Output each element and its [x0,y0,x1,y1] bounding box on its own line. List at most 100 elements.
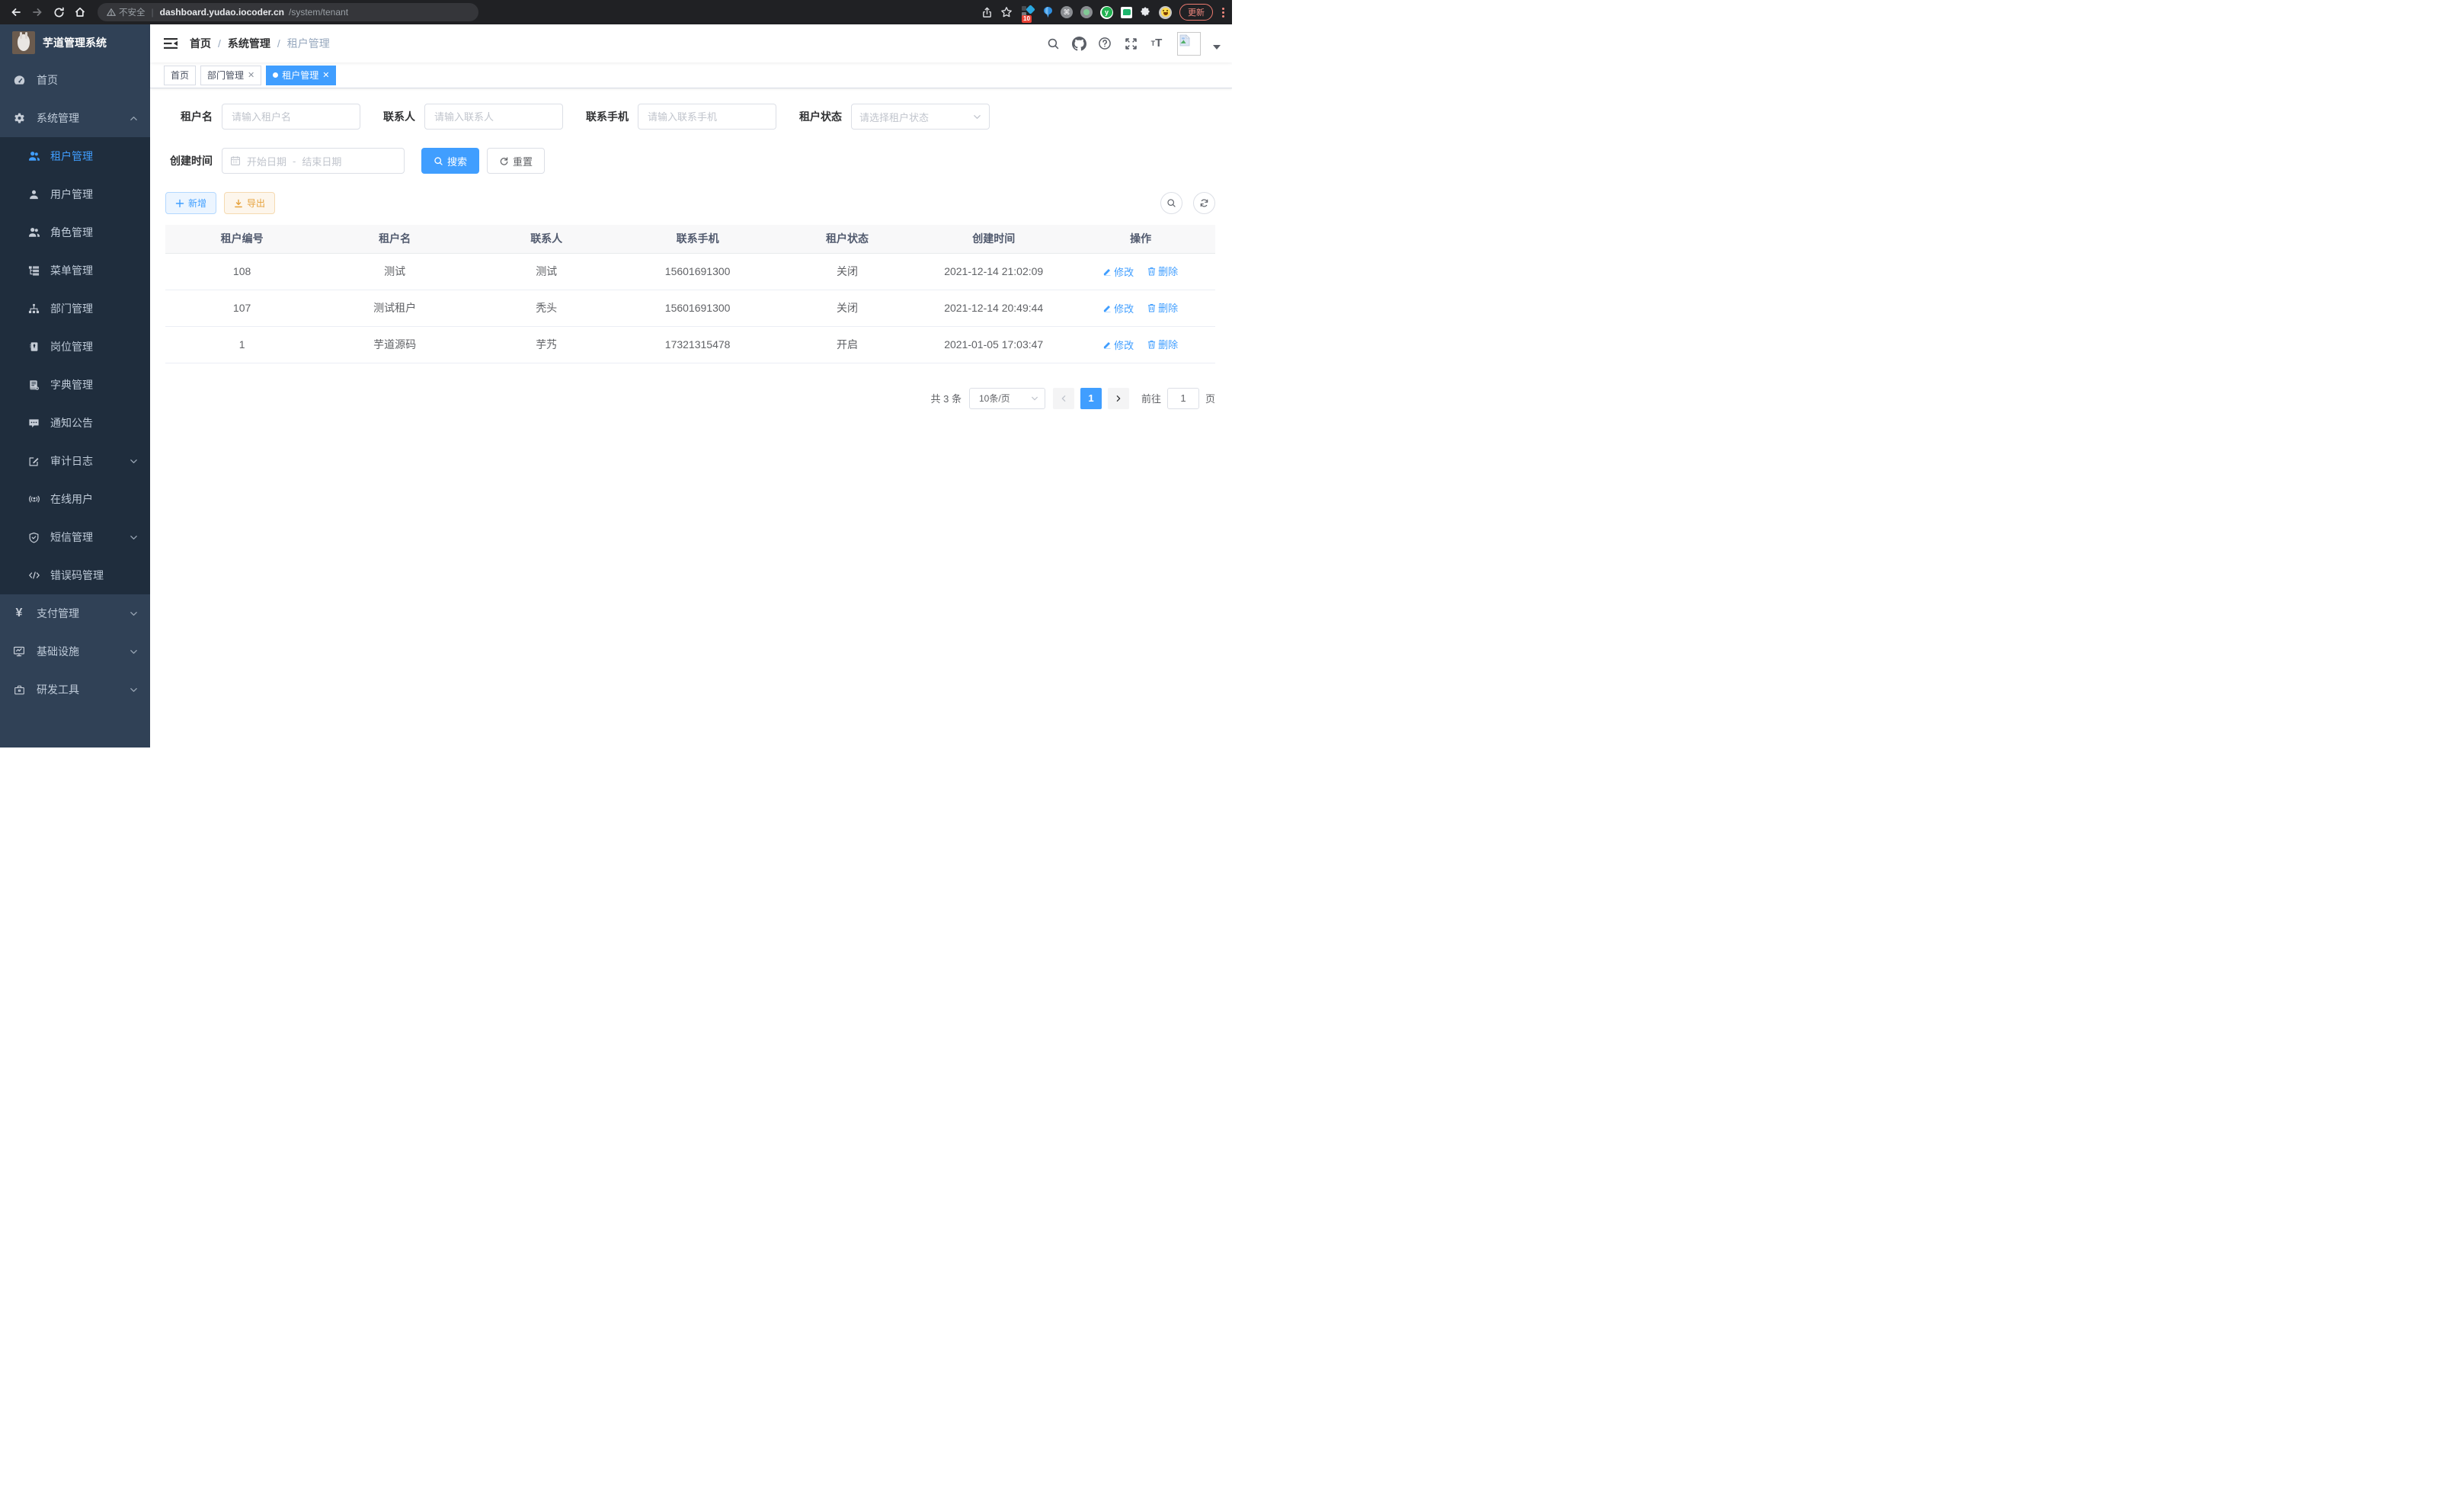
tenant-table: 租户编号 租户名 联系人 联系手机 租户状态 创建时间 操作 108 测试 [165,225,1215,363]
user-avatar[interactable] [1177,32,1201,56]
breadcrumb-system[interactable]: 系统管理 [228,36,270,51]
col-contact: 联系人 [471,225,622,253]
close-icon[interactable]: ✕ [248,70,254,80]
update-button[interactable]: 更新 [1179,4,1213,21]
address-bar[interactable]: 不安全 | dashboard.yudao.iocoder.cn/system/… [98,3,478,21]
chrome-menu-icon[interactable] [1222,8,1224,18]
url-host: dashboard.yudao.iocoder.cn [160,7,284,18]
sidebar-item-label: 用户管理 [50,187,93,202]
sidebar-item-dict[interactable]: 字典管理 [0,366,150,404]
tab-tenant[interactable]: 租户管理 ✕ [266,66,336,85]
reset-button[interactable]: 重置 [487,148,545,174]
close-icon[interactable]: ✕ [322,70,329,80]
create-time-range-picker[interactable]: 开始日期 - 结束日期 [222,148,405,174]
table-row: 107 测试租户 秃头 15601691300 关闭 2021-12-14 20… [165,290,1215,326]
command-extension-icon[interactable]: ⌘ [1061,6,1073,18]
broadcast-icon [27,493,40,505]
col-actions: 操作 [1066,225,1215,253]
avatar-dropdown-caret-icon[interactable] [1213,45,1221,50]
green-y-extension-icon[interactable]: y [1100,6,1113,19]
status-label: 租户状态 [799,109,842,124]
sidebar-item-system[interactable]: 系统管理 [0,99,150,137]
sidebar-item-post[interactable]: 岗位管理 [0,328,150,366]
recorder-extension-icon[interactable] [1080,6,1093,18]
delete-button[interactable]: 删除 [1147,337,1178,351]
total-count: 共 3 条 [931,391,962,405]
create-time-label: 创建时间 [165,153,213,168]
browser-back-icon[interactable] [8,4,24,21]
font-size-icon[interactable]: TT [1147,34,1166,53]
edit-button[interactable]: 修改 [1103,264,1134,279]
contact-input[interactable] [424,104,563,130]
sidebar-collapse-icon[interactable] [164,37,178,50]
edit-label: 修改 [1114,264,1134,279]
status-select[interactable]: 请选择租户状态 [851,104,990,130]
help-icon[interactable] [1095,34,1115,53]
puzzle-extensions-icon[interactable] [1140,7,1151,18]
cell-tenant-id: 108 [165,253,318,290]
security-warning[interactable]: 不安全 [107,6,146,18]
sidebar-item-infra[interactable]: 基础设施 [0,632,150,671]
app-logo[interactable]: 芋道管理系统 [0,24,150,61]
sidebar-item-sms[interactable]: 短信管理 [0,518,150,556]
col-tenant-name: 租户名 [318,225,471,253]
browser-home-icon[interactable] [72,4,88,21]
balloon-extension-icon[interactable] [1043,6,1053,18]
browser-reload-icon[interactable] [50,4,67,21]
chat-extension-icon[interactable] [1121,7,1132,18]
sidebar-item-error-code[interactable]: 错误码管理 [0,556,150,594]
edit-button[interactable]: 修改 [1103,301,1134,315]
reset-button-label: 重置 [513,154,533,168]
refresh-icon [499,156,509,166]
sidebar-menu: 首页 系统管理 租户管理 [0,61,150,748]
sidebar-item-role[interactable]: 角色管理 [0,213,150,251]
tenant-name-input[interactable] [222,104,360,130]
refresh-table-button[interactable] [1193,192,1215,214]
sidebar-item-tenant[interactable]: 租户管理 [0,137,150,175]
show-search-toggle-button[interactable] [1160,192,1182,214]
export-button[interactable]: 导出 [224,192,275,214]
share-icon[interactable] [981,7,993,18]
github-icon[interactable] [1069,34,1089,53]
page-number-button[interactable]: 1 [1080,388,1102,409]
breadcrumb: 首页 / 系统管理 / 租户管理 [190,36,330,51]
search-button[interactable]: 搜索 [421,148,479,174]
plus-icon [175,199,184,208]
goto-page-input[interactable] [1167,388,1199,409]
breadcrumb-separator: / [277,37,280,50]
cell-created: 2021-12-14 21:02:09 [921,253,1066,290]
next-page-button[interactable] [1108,388,1129,409]
sidebar-item-online-user[interactable]: 在线用户 [0,480,150,518]
sidebar-item-label: 岗位管理 [50,339,93,354]
prev-page-button[interactable] [1053,388,1074,409]
header-search-icon[interactable] [1043,34,1063,53]
browser-forward-icon[interactable] [29,4,46,21]
page-size-value: 10条/页 [979,392,1010,405]
sidebar-item-payment[interactable]: ¥ 支付管理 [0,594,150,632]
sidebar-item-menu[interactable]: 菜单管理 [0,251,150,290]
edit-button[interactable]: 修改 [1103,338,1134,352]
tab-home[interactable]: 首页 [164,66,196,85]
tab-dept[interactable]: 部门管理 ✕ [200,66,261,85]
sidebar-item-notice[interactable]: 通知公告 [0,404,150,442]
extension-squares-icon[interactable]: 10 [1020,5,1035,20]
gear-icon [12,112,26,125]
add-button[interactable]: 新增 [165,192,216,214]
phone-input[interactable] [638,104,776,130]
pagination: 共 3 条 10条/页 1 [165,388,1215,409]
sidebar-item-devtools[interactable]: 研发工具 [0,671,150,709]
sidebar-item-audit-log[interactable]: 审计日志 [0,442,150,480]
fullscreen-icon[interactable] [1121,34,1141,53]
breadcrumb-home[interactable]: 首页 [190,36,211,51]
cell-status: 关闭 [773,290,921,326]
bookmark-star-icon[interactable] [1000,6,1013,18]
sidebar-item-home[interactable]: 首页 [0,61,150,99]
delete-button[interactable]: 删除 [1147,300,1178,315]
page-size-select[interactable]: 10条/页 [969,388,1045,409]
trash-icon [1147,303,1156,312]
sidebar-item-dept[interactable]: 部门管理 [0,290,150,328]
sidebar-item-user[interactable]: 用户管理 [0,175,150,213]
profile-avatar-icon[interactable] [1159,6,1172,19]
status-select-placeholder: 请选择租户状态 [859,110,929,124]
delete-button[interactable]: 删除 [1147,264,1178,278]
